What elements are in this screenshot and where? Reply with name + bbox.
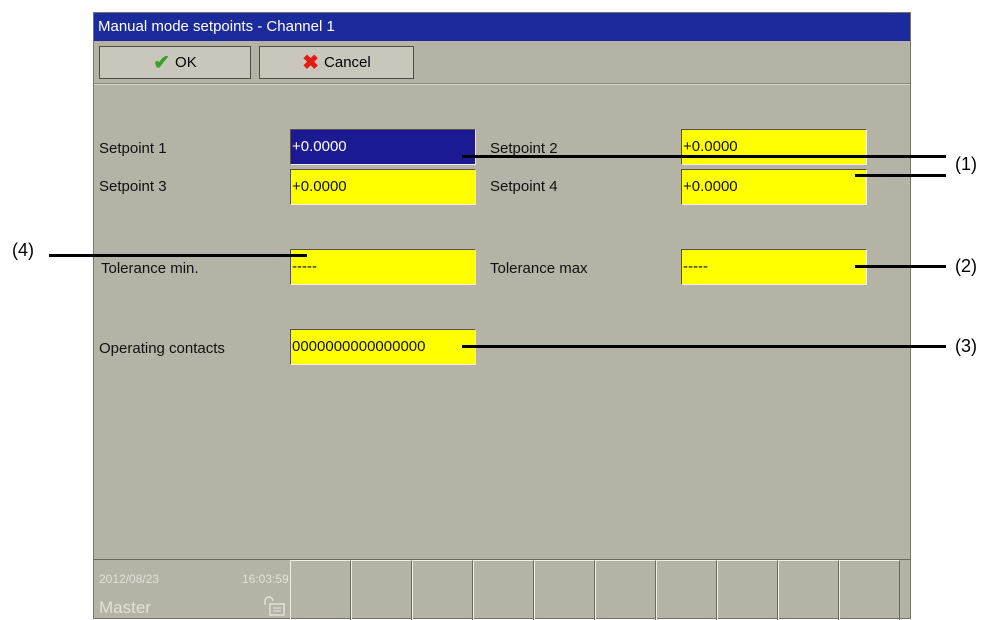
tolerance-max-field[interactable]: -----	[681, 249, 867, 285]
x-icon: ✖	[302, 51, 320, 74]
setpoint1-field[interactable]: +0.0000	[290, 129, 476, 165]
setpoint3-field[interactable]: +0.0000	[290, 169, 476, 205]
callout-3-label: (3)	[955, 336, 977, 356]
cancel-label: Cancel	[324, 54, 371, 71]
callout-2-leader	[855, 265, 946, 268]
setpoint3-label: Setpoint 3	[99, 178, 167, 195]
status-info: 2012/08/23 16:03:59 Master	[94, 560, 290, 620]
tolerance-min-field[interactable]: -----	[290, 249, 476, 285]
check-icon: ✔	[153, 51, 171, 74]
operating-contacts-label: Operating contacts	[99, 340, 225, 357]
callout-1-label: (1)	[955, 154, 977, 174]
function-key-8[interactable]	[717, 560, 778, 620]
ok-label: OK	[175, 54, 197, 71]
setpoint4-label: Setpoint 4	[490, 178, 558, 195]
cancel-button[interactable]: ✖ Cancel	[259, 46, 414, 79]
callout-1-leader-a	[462, 155, 946, 158]
tolerance-min-label: Tolerance min.	[101, 260, 199, 277]
function-key-10[interactable]	[839, 560, 900, 620]
callout-4-leader	[49, 254, 307, 257]
function-key-4[interactable]	[473, 560, 534, 620]
status-user: Master	[99, 598, 151, 617]
function-key-7[interactable]	[656, 560, 717, 620]
lock-open-icon	[264, 596, 285, 616]
callout-4-label: (4)	[12, 240, 34, 260]
status-time: 16:03:59	[242, 572, 289, 586]
function-key-3[interactable]	[412, 560, 473, 620]
window-title: Manual mode setpoints - Channel 1	[94, 13, 910, 41]
operating-contacts-field[interactable]: 0000000000000000	[290, 329, 476, 365]
callout-2-label: (2)	[955, 256, 977, 276]
toolbar-divider	[94, 83, 910, 85]
function-key-5[interactable]	[534, 560, 595, 620]
function-key-1[interactable]	[290, 560, 351, 620]
setpoints-window: Manual mode setpoints - Channel 1 ✔ OK ✖…	[93, 12, 911, 620]
callout-1-leader-b	[855, 174, 946, 177]
function-key-9[interactable]	[778, 560, 839, 620]
setpoint4-field[interactable]: +0.0000	[681, 169, 867, 205]
function-key-6[interactable]	[595, 560, 656, 620]
callout-3-leader	[462, 345, 946, 348]
ok-button[interactable]: ✔ OK	[99, 46, 251, 79]
setpoint2-field[interactable]: +0.0000	[681, 129, 867, 165]
function-key-2[interactable]	[351, 560, 412, 620]
tolerance-max-label: Tolerance max	[490, 260, 588, 277]
status-date: 2012/08/23	[99, 572, 160, 586]
status-bar: 2012/08/23 16:03:59 Master	[94, 559, 910, 620]
setpoint1-label: Setpoint 1	[99, 140, 167, 157]
